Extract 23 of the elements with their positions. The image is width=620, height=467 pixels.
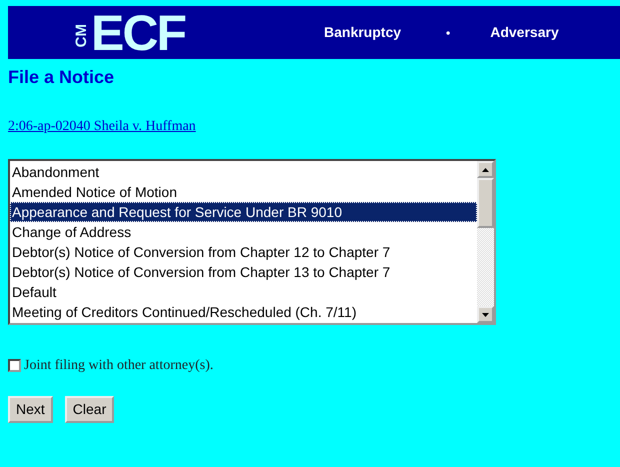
- event-listbox[interactable]: [8, 159, 496, 326]
- list-option[interactable]: Abandonment: [10, 162, 477, 182]
- checkbox-label: Joint filing with other attorney(s).: [24, 357, 214, 376]
- logo-text: ECF: [91, 8, 185, 58]
- list-option[interactable]: Meeting of Creditors Continued/Rescheduled (Ch. 7/11): [10, 302, 477, 322]
- page-title: File a Notice: [8, 66, 116, 89]
- list-option[interactable]: Default: [10, 282, 477, 302]
- form-button[interactable]: Next: [8, 396, 53, 424]
- logo-text: CM: [74, 24, 89, 48]
- list-option[interactable]: Appearance and Request for Service Under BR 9010: [10, 202, 477, 222]
- scroll-up-icon[interactable]: [482, 168, 489, 172]
- nav-link[interactable]: Bankruptcy: [324, 22, 402, 43]
- scroll-down-icon[interactable]: [482, 312, 489, 317]
- list-option[interactable]: Debtor(s) Notice of Conversion from Chapter 13 to Chapter 7: [10, 262, 477, 282]
- list-option[interactable]: Change of Address: [10, 222, 477, 242]
- nav-link[interactable]: Adversary: [490, 22, 559, 43]
- nav-separator: •: [446, 24, 450, 42]
- case-link[interactable]: 2:06-ap-02040 Sheila v. Huffman: [8, 116, 196, 138]
- scrollbar[interactable]: [477, 161, 494, 324]
- list-option[interactable]: Amended Notice of Motion: [10, 182, 477, 202]
- form-button[interactable]: Clear: [64, 396, 114, 424]
- list-option[interactable]: Debtor(s) Notice of Conversion from Chapter 12 to Chapter 7: [10, 242, 477, 262]
- checkbox[interactable]: [8, 359, 21, 372]
